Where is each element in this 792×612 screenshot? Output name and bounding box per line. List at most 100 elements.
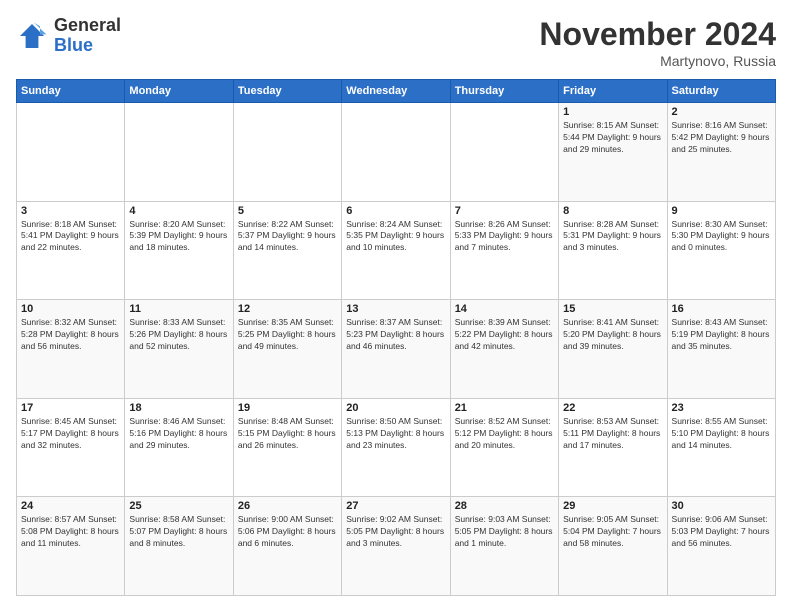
day-info: Sunrise: 8:41 AM Sunset: 5:20 PM Dayligh… <box>563 317 662 353</box>
calendar-week-4: 17 Sunrise: 8:45 AM Sunset: 5:17 PM Dayli… <box>17 398 776 497</box>
day-number: 23 <box>672 402 771 414</box>
calendar-cell: 10 Sunrise: 8:32 AM Sunset: 5:28 PM Dayli… <box>17 300 125 399</box>
calendar-cell: 21 Sunrise: 8:52 AM Sunset: 5:12 PM Dayli… <box>450 398 558 497</box>
day-number: 21 <box>455 402 554 414</box>
day-number: 1 <box>563 106 662 118</box>
day-number: 12 <box>238 303 337 315</box>
day-number: 19 <box>238 402 337 414</box>
calendar-cell <box>125 103 233 202</box>
day-number: 3 <box>21 205 120 217</box>
calendar-week-2: 3 Sunrise: 8:18 AM Sunset: 5:41 PM Daylig… <box>17 201 776 300</box>
calendar-cell: 7 Sunrise: 8:26 AM Sunset: 5:33 PM Daylig… <box>450 201 558 300</box>
calendar-cell: 24Sunrise: 8:57 AM Sunset: 5:08 PM Dayli… <box>17 497 125 596</box>
calendar-cell <box>17 103 125 202</box>
day-info: Sunrise: 8:46 AM Sunset: 5:16 PM Dayligh… <box>129 416 228 452</box>
calendar-cell <box>342 103 450 202</box>
logo-icon <box>16 20 48 52</box>
day-number: 17 <box>21 402 120 414</box>
day-info: Sunrise: 8:45 AM Sunset: 5:17 PM Dayligh… <box>21 416 120 452</box>
day-info: Sunrise: 8:20 AM Sunset: 5:39 PM Dayligh… <box>129 219 228 255</box>
calendar-cell: 16Sunrise: 8:43 AM Sunset: 5:19 PM Dayli… <box>667 300 775 399</box>
calendar-cell: 8 Sunrise: 8:28 AM Sunset: 5:31 PM Daylig… <box>559 201 667 300</box>
day-info: Sunrise: 8:57 AM Sunset: 5:08 PM Dayligh… <box>21 514 120 550</box>
day-number: 27 <box>346 500 445 512</box>
col-sunday: Sunday <box>17 80 125 103</box>
calendar-cell: 19 Sunrise: 8:48 AM Sunset: 5:15 PM Dayli… <box>233 398 341 497</box>
col-thursday: Thursday <box>450 80 558 103</box>
logo-text: General Blue <box>54 16 121 56</box>
day-number: 15 <box>563 303 662 315</box>
day-info: Sunrise: 8:53 AM Sunset: 5:11 PM Dayligh… <box>563 416 662 452</box>
calendar-header: Sunday Monday Tuesday Wednesday Thursday… <box>17 80 776 103</box>
day-info: Sunrise: 9:02 AM Sunset: 5:05 PM Dayligh… <box>346 514 445 550</box>
day-info: Sunrise: 8:43 AM Sunset: 5:19 PM Dayligh… <box>672 317 771 353</box>
day-info: Sunrise: 8:22 AM Sunset: 5:37 PM Dayligh… <box>238 219 337 255</box>
day-number: 6 <box>346 205 445 217</box>
day-number: 5 <box>238 205 337 217</box>
logo-blue: Blue <box>54 36 121 56</box>
calendar-cell <box>450 103 558 202</box>
header: General Blue November 2024 Martynovo, Ru… <box>16 16 776 69</box>
month-title: November 2024 <box>539 16 776 53</box>
logo: General Blue <box>16 16 121 56</box>
calendar-cell: 27 Sunrise: 9:02 AM Sunset: 5:05 PM Dayli… <box>342 497 450 596</box>
calendar-cell: 17 Sunrise: 8:45 AM Sunset: 5:17 PM Dayli… <box>17 398 125 497</box>
calendar-cell: 3 Sunrise: 8:18 AM Sunset: 5:41 PM Daylig… <box>17 201 125 300</box>
day-number: 10 <box>21 303 120 315</box>
col-wednesday: Wednesday <box>342 80 450 103</box>
title-block: November 2024 Martynovo, Russia <box>539 16 776 69</box>
calendar-cell: 18 Sunrise: 8:46 AM Sunset: 5:16 PM Dayli… <box>125 398 233 497</box>
calendar-cell: 2Sunrise: 8:16 AM Sunset: 5:42 PM Daylig… <box>667 103 775 202</box>
day-number: 28 <box>455 500 554 512</box>
day-number: 8 <box>563 205 662 217</box>
day-info: Sunrise: 8:18 AM Sunset: 5:41 PM Dayligh… <box>21 219 120 255</box>
day-number: 14 <box>455 303 554 315</box>
day-info: Sunrise: 8:32 AM Sunset: 5:28 PM Dayligh… <box>21 317 120 353</box>
day-info: Sunrise: 8:55 AM Sunset: 5:10 PM Dayligh… <box>672 416 771 452</box>
day-number: 9 <box>672 205 771 217</box>
calendar-table: Sunday Monday Tuesday Wednesday Thursday… <box>16 79 776 596</box>
day-info: Sunrise: 8:16 AM Sunset: 5:42 PM Dayligh… <box>672 120 771 156</box>
day-info: Sunrise: 9:06 AM Sunset: 5:03 PM Dayligh… <box>672 514 771 550</box>
calendar-week-1: 1 Sunrise: 8:15 AM Sunset: 5:44 PM Daylig… <box>17 103 776 202</box>
day-info: Sunrise: 8:50 AM Sunset: 5:13 PM Dayligh… <box>346 416 445 452</box>
day-info: Sunrise: 8:24 AM Sunset: 5:35 PM Dayligh… <box>346 219 445 255</box>
calendar-cell: 30 Sunrise: 9:06 AM Sunset: 5:03 PM Dayli… <box>667 497 775 596</box>
day-info: Sunrise: 9:03 AM Sunset: 5:05 PM Dayligh… <box>455 514 554 550</box>
day-number: 4 <box>129 205 228 217</box>
calendar-cell: 4 Sunrise: 8:20 AM Sunset: 5:39 PM Daylig… <box>125 201 233 300</box>
day-number: 25 <box>129 500 228 512</box>
day-info: Sunrise: 8:39 AM Sunset: 5:22 PM Dayligh… <box>455 317 554 353</box>
day-info: Sunrise: 8:30 AM Sunset: 5:30 PM Dayligh… <box>672 219 771 255</box>
day-number: 18 <box>129 402 228 414</box>
day-info: Sunrise: 9:05 AM Sunset: 5:04 PM Dayligh… <box>563 514 662 550</box>
day-info: Sunrise: 8:58 AM Sunset: 5:07 PM Dayligh… <box>129 514 228 550</box>
day-info: Sunrise: 9:00 AM Sunset: 5:06 PM Dayligh… <box>238 514 337 550</box>
col-tuesday: Tuesday <box>233 80 341 103</box>
col-friday: Friday <box>559 80 667 103</box>
day-number: 20 <box>346 402 445 414</box>
day-number: 29 <box>563 500 662 512</box>
col-saturday: Saturday <box>667 80 775 103</box>
day-info: Sunrise: 8:28 AM Sunset: 5:31 PM Dayligh… <box>563 219 662 255</box>
day-info: Sunrise: 8:15 AM Sunset: 5:44 PM Dayligh… <box>563 120 662 156</box>
location: Martynovo, Russia <box>539 53 776 69</box>
day-number: 11 <box>129 303 228 315</box>
day-number: 13 <box>346 303 445 315</box>
day-info: Sunrise: 8:48 AM Sunset: 5:15 PM Dayligh… <box>238 416 337 452</box>
calendar-cell: 1 Sunrise: 8:15 AM Sunset: 5:44 PM Daylig… <box>559 103 667 202</box>
calendar-cell: 20 Sunrise: 8:50 AM Sunset: 5:13 PM Dayli… <box>342 398 450 497</box>
calendar-cell: 25 Sunrise: 8:58 AM Sunset: 5:07 PM Dayli… <box>125 497 233 596</box>
calendar-cell: 9 Sunrise: 8:30 AM Sunset: 5:30 PM Daylig… <box>667 201 775 300</box>
day-info: Sunrise: 8:37 AM Sunset: 5:23 PM Dayligh… <box>346 317 445 353</box>
header-row: Sunday Monday Tuesday Wednesday Thursday… <box>17 80 776 103</box>
logo-general: General <box>54 16 121 36</box>
calendar-cell: 28 Sunrise: 9:03 AM Sunset: 5:05 PM Dayli… <box>450 497 558 596</box>
day-number: 30 <box>672 500 771 512</box>
day-number: 7 <box>455 205 554 217</box>
calendar-cell: 14 Sunrise: 8:39 AM Sunset: 5:22 PM Dayli… <box>450 300 558 399</box>
day-info: Sunrise: 8:26 AM Sunset: 5:33 PM Dayligh… <box>455 219 554 255</box>
calendar-cell: 13 Sunrise: 8:37 AM Sunset: 5:23 PM Dayli… <box>342 300 450 399</box>
day-info: Sunrise: 8:35 AM Sunset: 5:25 PM Dayligh… <box>238 317 337 353</box>
day-info: Sunrise: 8:52 AM Sunset: 5:12 PM Dayligh… <box>455 416 554 452</box>
